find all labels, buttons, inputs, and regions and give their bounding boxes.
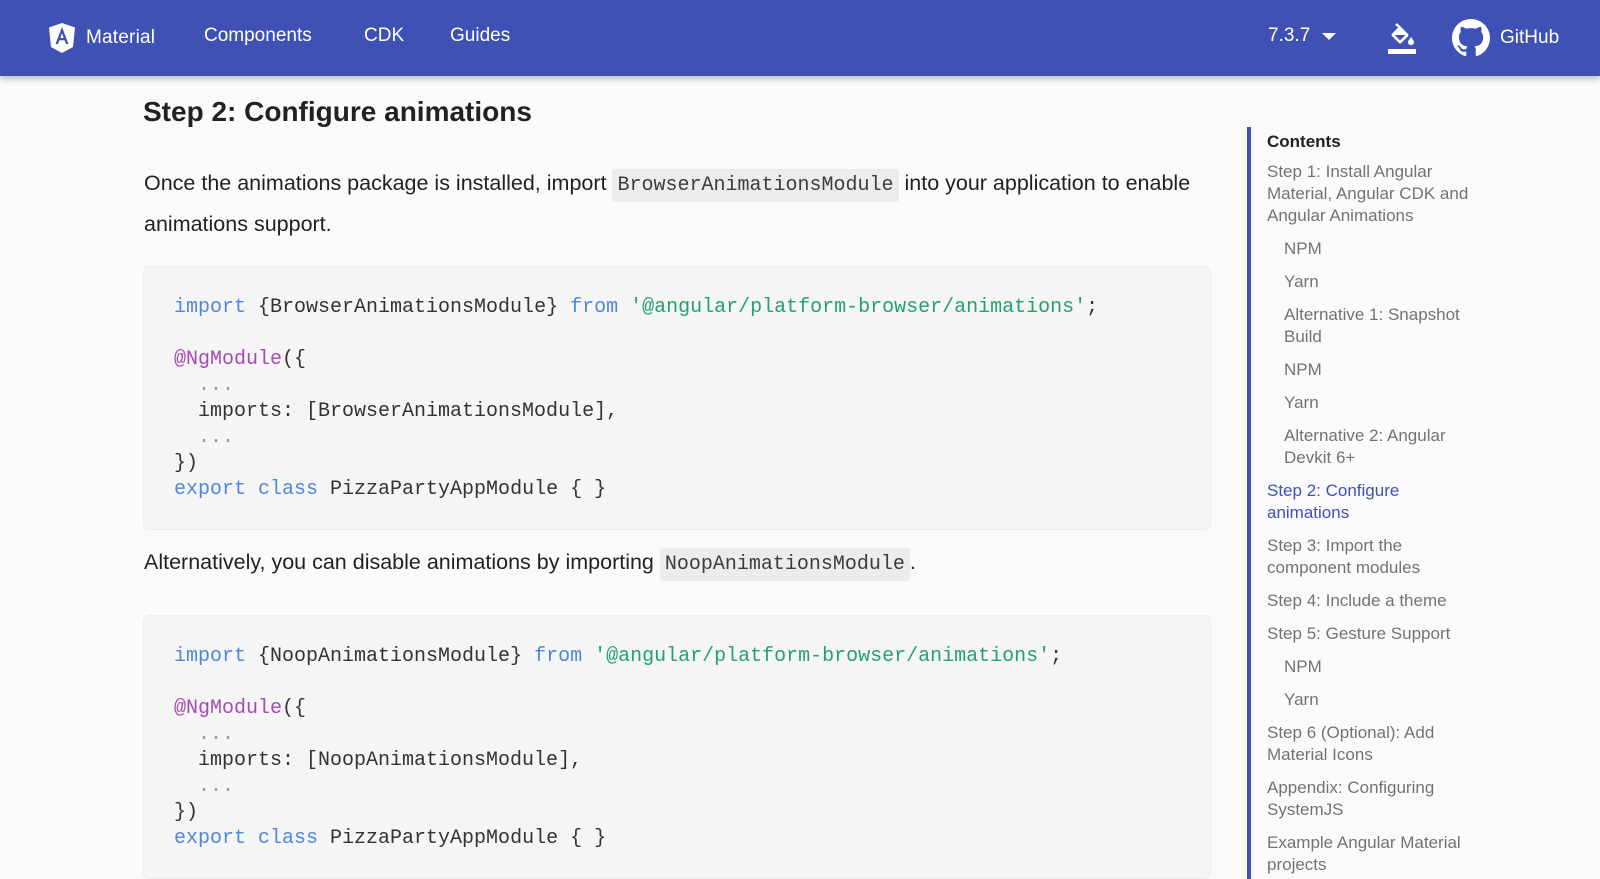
code-keyword: import (174, 645, 247, 668)
code-ellipsis: ... (174, 723, 235, 746)
code-keyword: from (570, 296, 619, 319)
toc-item-step-4[interactable]: Step 4: Include a theme (1267, 590, 1477, 612)
code-decorator: @NgModule (174, 348, 283, 371)
code-keyword: class (246, 478, 319, 501)
toc-item-step-3[interactable]: Step 3: Import the component modules (1267, 535, 1477, 579)
code-keyword: class (246, 827, 319, 850)
code-ellipsis: ... (174, 374, 235, 397)
code-text: PizzaPartyAppModule { } (318, 478, 607, 501)
code-text: {BrowserAnimationsModule} (246, 296, 571, 319)
angular-shield-icon (49, 23, 75, 53)
toc-item-npm[interactable]: NPM (1284, 238, 1494, 260)
code-imports-line: imports: [BrowserAnimationsModule], (174, 400, 619, 423)
toc-item-step-6[interactable]: Step 6 (Optional): Add Material Icons (1267, 722, 1477, 766)
toc-item-alternative-1[interactable]: Alternative 1: Snapshot Build (1284, 304, 1494, 348)
toc-item-npm[interactable]: NPM (1284, 359, 1494, 381)
theme-picker-button[interactable] (1382, 18, 1422, 58)
code-text: {NoopAnimationsModule} (246, 645, 535, 668)
chevron-down-icon (1322, 32, 1337, 40)
version-selector[interactable]: 7.3.7 (1268, 24, 1337, 48)
para1-text-start: Once the animations package is installed… (144, 171, 613, 195)
code-text: ({ (282, 697, 307, 720)
code-text: }) (174, 452, 199, 475)
code-snippet: import {BrowserAnimationsModule} from '@… (174, 295, 1210, 503)
para2-text-end: . (909, 550, 916, 574)
nav-guides[interactable]: Guides (450, 24, 510, 48)
table-of-contents: Contents Step 1: Install Angular Materia… (1247, 127, 1600, 879)
toc-title: Contents (1267, 132, 1341, 151)
code-text: }) (174, 801, 199, 824)
top-toolbar: Material Components CDK Guides 7.3.7 Git… (0, 0, 1600, 76)
github-label: GitHub (1500, 27, 1560, 48)
github-link[interactable]: GitHub (1452, 18, 1559, 58)
code-text: ; (1086, 296, 1099, 319)
brand-name: Material (86, 27, 156, 48)
code-keyword: export (174, 827, 247, 850)
nav-cdk[interactable]: CDK (364, 24, 404, 48)
inline-code-browser-animations: BrowserAnimationsModule (612, 169, 899, 202)
toc-item-yarn[interactable]: Yarn (1284, 271, 1494, 293)
code-ellipsis: ... (174, 426, 235, 449)
code-ellipsis: ... (174, 775, 235, 798)
version-label: 7.3.7 (1268, 25, 1311, 46)
code-text: ; (1050, 645, 1063, 668)
toc-item-examples[interactable]: Example Angular Material projects (1267, 832, 1477, 876)
code-keyword: export (174, 478, 247, 501)
inline-code-noop-animations: NoopAnimationsModule (659, 548, 910, 581)
toc-item-yarn[interactable]: Yarn (1284, 392, 1494, 414)
toc-item-step-2[interactable]: Step 2: Configure animations (1267, 480, 1477, 524)
code-string: '@angular/platform-browser/animations' (618, 296, 1087, 319)
github-icon (1452, 19, 1490, 57)
code-imports-line: imports: [NoopAnimationsModule], (174, 749, 583, 772)
home-link[interactable]: Material (48, 20, 155, 56)
code-string: '@angular/platform-browser/animations' (582, 645, 1051, 668)
code-keyword: from (534, 645, 583, 668)
format-color-fill-icon (1388, 23, 1416, 54)
code-decorator: @NgModule (174, 697, 283, 720)
toc-item-yarn[interactable]: Yarn (1284, 689, 1494, 711)
code-text: PizzaPartyAppModule { } (318, 827, 607, 850)
nav-components[interactable]: Components (204, 24, 312, 48)
toc-item-step-5[interactable]: Step 5: Gesture Support (1267, 623, 1477, 645)
intro-paragraph: Once the animations package is installed… (144, 164, 1204, 244)
code-block-browser-animations: import {BrowserAnimationsModule} from '@… (143, 266, 1211, 530)
alternative-paragraph: Alternatively, you can disable animation… (144, 543, 1204, 584)
code-text: ({ (282, 348, 307, 371)
section-heading: Step 2: Configure animations (143, 96, 532, 127)
toc-item-npm[interactable]: NPM (1284, 656, 1494, 678)
code-block-noop-animations: import {NoopAnimationsModule} from '@ang… (143, 615, 1211, 879)
code-keyword: import (174, 296, 247, 319)
toc-item-appendix[interactable]: Appendix: Configuring SystemJS (1267, 777, 1477, 821)
toc-item-alternative-2[interactable]: Alternative 2: Angular Devkit 6+ (1284, 425, 1494, 469)
toc-item-step-1[interactable]: Step 1: Install Angular Material, Angula… (1267, 161, 1477, 227)
para2-text-start: Alternatively, you can disable animation… (144, 550, 660, 574)
code-snippet: import {NoopAnimationsModule} from '@ang… (174, 644, 1210, 852)
